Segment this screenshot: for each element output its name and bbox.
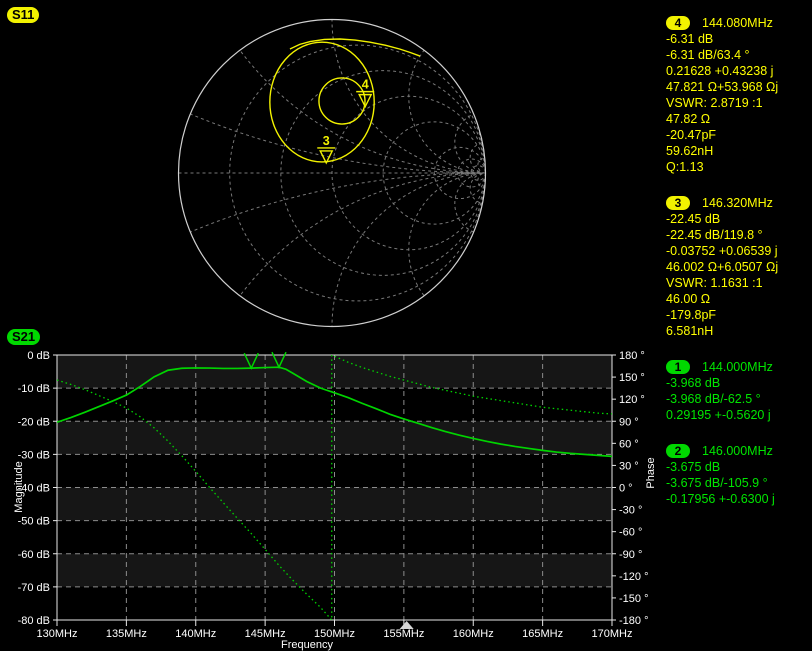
magnitude-axis-title: Magnitude bbox=[13, 461, 25, 512]
frequency-tick-label: 165MHz bbox=[522, 628, 563, 640]
marker-4-line: -6.31 dB bbox=[666, 31, 812, 47]
s21-chart[interactable]: 0 dB-10 dB-20 dB-30 dB-40 dB-50 dB-60 dB… bbox=[18, 350, 649, 640]
phase-tick-label: -150 ° bbox=[619, 593, 648, 605]
frequency-tick-label: 130MHz bbox=[37, 628, 78, 640]
magnitude-tick-label: -10 dB bbox=[18, 383, 50, 395]
magnitude-tick-label: -80 dB bbox=[18, 615, 50, 627]
marker-3-line: 6.581nH bbox=[666, 323, 812, 339]
magnitude-tick-label: -20 dB bbox=[18, 416, 50, 428]
phase-tick-label: 150 ° bbox=[619, 372, 645, 384]
marker-1-badge: 1 bbox=[666, 360, 690, 374]
marker-4-line: VSWR: 2.8719 :1 bbox=[666, 95, 812, 111]
marker-1-frequency: 144.000MHz bbox=[702, 360, 773, 374]
marker-2-frequency: 146.000MHz bbox=[702, 444, 773, 458]
phase-axis-title: Phase bbox=[645, 457, 657, 488]
marker-4-header: 4 144.080MHz bbox=[666, 15, 812, 31]
phase-tick-label: -180 ° bbox=[619, 615, 648, 627]
frequency-axis-title: Frequency bbox=[281, 639, 333, 651]
app-window: S11 S21 43 0 dB-10 dB-20 dB-30 dB-40 dB-… bbox=[0, 0, 812, 651]
marker-4-line: 59.62nH bbox=[666, 143, 812, 159]
marker-4-line: 47.821 Ω+53.968 Ωj bbox=[666, 79, 812, 95]
magnitude-tick-label: -70 dB bbox=[18, 582, 50, 594]
phase-tick-label: -30 ° bbox=[619, 505, 642, 517]
marker-4-line: 0.21628 +0.43238 j bbox=[666, 63, 812, 79]
marker-3-line: 46.002 Ω+6.0507 Ωj bbox=[666, 259, 812, 275]
magnitude-tick-label: -60 dB bbox=[18, 549, 50, 561]
marker-2-line: -3.675 dB/-105.9 ° bbox=[666, 475, 812, 491]
svg-text:3: 3 bbox=[323, 134, 330, 148]
sweep-indicator bbox=[400, 621, 414, 629]
marker-2-header: 2 146.000MHz bbox=[666, 443, 812, 459]
marker-3-line: 46.00 Ω bbox=[666, 291, 812, 307]
marker-3-line: VSWR: 1.1631 :1 bbox=[666, 275, 812, 291]
magnitude-tick-label: -50 dB bbox=[18, 516, 50, 528]
phase-tick-label: 120 ° bbox=[619, 394, 645, 406]
phase-tick-label: 180 ° bbox=[619, 350, 645, 362]
marker-3-line: -22.45 dB/119.8 ° bbox=[666, 227, 812, 243]
magnitude-tick-label: 0 dB bbox=[27, 350, 50, 362]
marker-3-header: 3 146.320MHz bbox=[666, 195, 812, 211]
svg-text:4: 4 bbox=[362, 78, 369, 92]
marker-2-line: -0.17956 +-0.6300 j bbox=[666, 491, 812, 507]
s11-trace bbox=[270, 39, 420, 162]
frequency-tick-label: 160MHz bbox=[453, 628, 494, 640]
frequency-tick-label: 170MHz bbox=[592, 628, 633, 640]
phase-tick-label: 30 ° bbox=[619, 460, 639, 472]
s21-trace-badge[interactable]: S21 bbox=[7, 329, 40, 345]
marker-4-readout: 4 144.080MHz-6.31 dB-6.31 dB/63.4 °0.2162… bbox=[666, 15, 812, 175]
marker-3-line: -179.8pF bbox=[666, 307, 812, 323]
marker-4-line: Q:1.13 bbox=[666, 159, 812, 175]
marker-1-header: 1 144.000MHz bbox=[666, 359, 812, 375]
marker-3-readout: 3 146.320MHz-22.45 dB-22.45 dB/119.8 °-0.… bbox=[666, 195, 812, 339]
magnitude-tick-label: -30 dB bbox=[18, 449, 50, 461]
phase-tick-label: -120 ° bbox=[619, 571, 648, 583]
marker-2-line: -3.675 dB bbox=[666, 459, 812, 475]
marker-2-readout: 2 146.000MHz-3.675 dB-3.675 dB/-105.9 °-0… bbox=[666, 443, 812, 507]
marker-4-badge: 4 bbox=[666, 16, 690, 30]
smith-marker-3[interactable]: 3 bbox=[317, 134, 335, 163]
phase-tick-label: 90 ° bbox=[619, 416, 639, 428]
marker-4-line: -6.31 dB/63.4 ° bbox=[666, 47, 812, 63]
marker-3-line: -22.45 dB bbox=[666, 211, 812, 227]
marker-1-line: -3.968 dB/-62.5 ° bbox=[666, 391, 812, 407]
marker-4-line: -20.47pF bbox=[666, 127, 812, 143]
marker-4-frequency: 144.080MHz bbox=[702, 16, 773, 30]
frequency-tick-label: 135MHz bbox=[106, 628, 147, 640]
marker-3-frequency: 146.320MHz bbox=[702, 196, 773, 210]
phase-tick-label: -90 ° bbox=[619, 549, 642, 561]
marker-4-line: 47.82 Ω bbox=[666, 111, 812, 127]
phase-tick-label: 0 ° bbox=[619, 483, 633, 495]
s11-trace-badge[interactable]: S11 bbox=[7, 7, 39, 23]
phase-tick-label: 60 ° bbox=[619, 438, 639, 450]
frequency-tick-label: 145MHz bbox=[245, 628, 286, 640]
marker-3-line: -0.03752 +0.06539 j bbox=[666, 243, 812, 259]
marker-1-line: 0.29195 +-0.5620 j bbox=[666, 407, 812, 423]
phase-tick-label: -60 ° bbox=[619, 527, 642, 539]
marker-3-badge: 3 bbox=[666, 196, 690, 210]
marker-1-line: -3.968 dB bbox=[666, 375, 812, 391]
marker-1-readout: 1 144.000MHz-3.968 dB-3.968 dB/-62.5 °0.2… bbox=[666, 359, 812, 423]
marker-readout-panel: 4 144.080MHz-6.31 dB-6.31 dB/63.4 °0.2162… bbox=[666, 15, 812, 527]
marker-2-badge: 2 bbox=[666, 444, 690, 458]
frequency-tick-label: 140MHz bbox=[175, 628, 216, 640]
frequency-tick-label: 155MHz bbox=[383, 628, 424, 640]
